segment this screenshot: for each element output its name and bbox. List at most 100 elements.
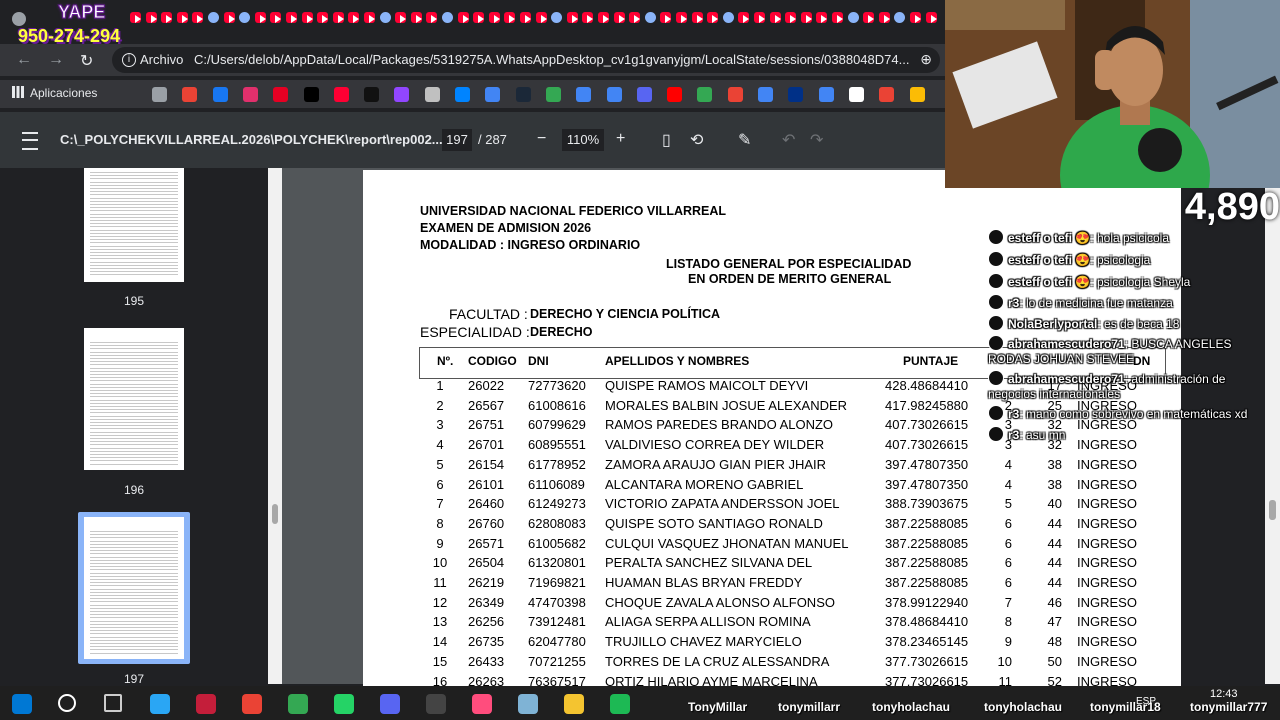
folder-icon[interactable] (564, 694, 584, 714)
document-scroll-thumb[interactable] (1269, 500, 1276, 520)
annotate-icon[interactable]: ✎ (738, 130, 751, 150)
bookmark-favicon-icon[interactable] (879, 87, 895, 102)
bookmark-favicon-icon[interactable] (636, 87, 652, 102)
bookmark-favicon-icon[interactable] (667, 87, 683, 102)
tab-favicon-icon[interactable] (254, 12, 266, 23)
tab-favicon-icon[interactable] (738, 12, 750, 23)
zoom-input[interactable]: 110% (562, 129, 604, 151)
tab-favicon-icon[interactable] (598, 12, 609, 23)
url-box[interactable]: i Archivo C:/Users/delob/AppData/Local/P… (112, 47, 940, 73)
tab-favicon-icon[interactable] (754, 12, 765, 23)
tab-favicon-icon[interactable] (800, 12, 812, 23)
tab-favicon-icon[interactable] (707, 12, 719, 23)
tab-favicon-icon[interactable] (223, 12, 235, 23)
tab-favicon-icon[interactable] (566, 12, 578, 23)
bookmark-favicon-icon[interactable] (788, 87, 804, 102)
tab-favicon-icon[interactable] (176, 12, 188, 23)
tab-favicon-icon[interactable] (644, 12, 656, 23)
tab-favicon-icon[interactable] (488, 12, 500, 23)
bookmark-favicon-icon[interactable] (424, 87, 440, 102)
back-button[interactable]: ← (16, 51, 32, 69)
tab-favicon-icon[interactable] (520, 12, 531, 23)
zoom-icon[interactable]: ⊕ (920, 51, 932, 68)
bookmark-favicon-icon[interactable] (303, 87, 319, 102)
discord-icon[interactable] (380, 694, 400, 714)
start-icon[interactable] (12, 694, 32, 714)
page-number-input[interactable]: 197 (442, 129, 472, 151)
tab-favicon-icon[interactable] (676, 12, 687, 23)
apps-shortcut[interactable]: Aplicaciones (12, 86, 97, 100)
tab-favicon-icon[interactable] (660, 12, 672, 23)
sidebar-scrollbar[interactable] (268, 168, 282, 684)
obs-icon[interactable] (426, 694, 446, 714)
thumbnail-page[interactable] (84, 168, 184, 282)
bookmark-favicon-icon[interactable] (394, 87, 410, 102)
tab-favicon-icon[interactable] (847, 12, 859, 23)
tab-favicon-icon[interactable] (379, 12, 391, 23)
bookmark-favicon-icon[interactable] (576, 87, 592, 102)
chrome-icon[interactable] (242, 694, 262, 714)
undo-icon[interactable]: ↶ (782, 130, 795, 150)
chrome-alt-icon[interactable] (288, 694, 308, 714)
app-icon[interactable] (518, 694, 538, 714)
thumbnail-page-current[interactable] (84, 517, 184, 659)
tab-favicon-icon[interactable] (348, 12, 360, 23)
tab-favicon-icon[interactable] (301, 12, 313, 23)
bookmark-favicon-icon[interactable] (182, 87, 198, 102)
tab-favicon-icon[interactable] (473, 12, 485, 23)
tab-favicon-icon[interactable] (769, 12, 781, 23)
bookmark-favicon-icon[interactable] (545, 87, 561, 102)
sidebar-scroll-thumb[interactable] (272, 504, 278, 524)
tab-favicon-icon[interactable] (613, 12, 625, 23)
tab-favicon-icon[interactable] (332, 12, 344, 23)
bookmark-favicon-icon[interactable] (909, 87, 925, 102)
bookmark-favicon-icon[interactable] (848, 87, 864, 102)
site-info-icon[interactable]: i (122, 53, 136, 67)
app-icon[interactable] (150, 694, 170, 714)
redo-icon[interactable]: ↷ (810, 130, 823, 150)
bookmark-favicon-icon[interactable] (212, 87, 228, 102)
bookmark-favicon-icon[interactable] (152, 87, 167, 102)
tab-favicon-icon[interactable] (894, 12, 906, 23)
tab-favicon-icon[interactable] (364, 12, 375, 23)
tab-favicon-icon[interactable] (286, 12, 297, 23)
tab-favicon-icon[interactable] (426, 12, 438, 23)
app-icon[interactable] (472, 694, 492, 714)
thumbnail-page[interactable] (84, 328, 184, 470)
tab-favicon-icon[interactable] (442, 12, 453, 23)
bookmark-favicon-icon[interactable] (364, 87, 380, 102)
tab-favicon-icon[interactable] (192, 12, 204, 23)
voice-app-icon[interactable] (196, 694, 216, 714)
tab-favicon-icon[interactable] (691, 12, 703, 23)
bookmark-favicon-icon[interactable] (697, 87, 713, 102)
tab-favicon-icon[interactable] (832, 12, 843, 23)
tab-favicon-icon[interactable] (582, 12, 594, 23)
zoom-out-button[interactable]: − (537, 130, 546, 148)
bookmark-favicon-icon[interactable] (455, 87, 470, 102)
tab-favicon-icon[interactable] (629, 12, 641, 23)
bookmark-favicon-icon[interactable] (758, 87, 773, 102)
bookmark-favicon-icon[interactable] (606, 87, 622, 102)
whatsapp-icon[interactable] (334, 694, 354, 714)
search-icon[interactable] (58, 694, 76, 712)
tab-favicon-icon[interactable] (722, 12, 734, 23)
task-view-icon[interactable] (104, 694, 122, 712)
rotate-icon[interactable]: ⟲ (690, 130, 703, 150)
spotify-icon[interactable] (610, 694, 630, 714)
menu-icon[interactable] (22, 132, 38, 150)
bookmark-favicon-icon[interactable] (515, 87, 531, 102)
bookmark-favicon-icon[interactable] (485, 87, 501, 102)
tab-favicon-icon[interactable] (395, 12, 407, 23)
tab-favicon-icon[interactable] (925, 12, 937, 23)
tab-favicon-icon[interactable] (410, 12, 422, 23)
url-text[interactable]: C:/Users/delob/AppData/Local/Packages/53… (194, 52, 909, 67)
bookmark-favicon-icon[interactable] (333, 87, 349, 102)
zoom-in-button[interactable]: + (616, 130, 625, 148)
tab-favicon-icon[interactable] (535, 12, 547, 23)
reload-button[interactable]: ↻ (80, 51, 93, 71)
bookmark-favicon-icon[interactable] (818, 87, 834, 102)
document-scrollbar[interactable] (1265, 168, 1280, 684)
tab-favicon-icon[interactable] (551, 12, 563, 23)
tab-favicon-icon[interactable] (208, 12, 219, 23)
tab-favicon-icon[interactable] (239, 12, 251, 23)
